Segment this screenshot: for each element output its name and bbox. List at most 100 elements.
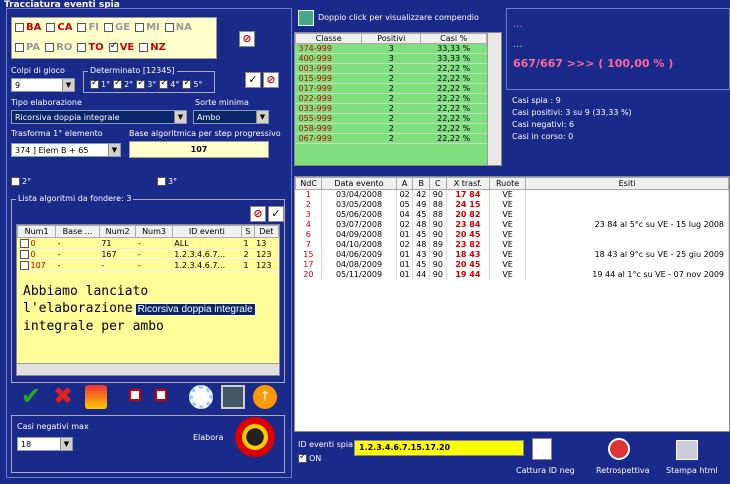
wheel-ve[interactable]: VE [108, 41, 134, 53]
checkbox[interactable] [135, 22, 145, 32]
wheel-na[interactable]: NA [164, 22, 192, 33]
table-row[interactable]: 017-999 2 22,22 % [295, 83, 487, 94]
wheel-fi[interactable]: FI [77, 22, 99, 33]
table-row[interactable]: 2 03/05/2008 05 49 88 24 15 VE [295, 199, 729, 210]
wheel-nz[interactable]: NZ [139, 42, 166, 53]
checkbox[interactable] [104, 22, 114, 32]
wheel-ge[interactable]: GE [104, 22, 130, 33]
table-row[interactable]: 058-999 2 22,22 % [295, 123, 487, 134]
checkbox[interactable] [108, 41, 118, 52]
table-row[interactable]: 17 04/08/2009 01 45 90 20 45 VE [295, 259, 729, 270]
sorte-select[interactable]: Ambo ▼ [193, 110, 269, 124]
det-item[interactable]: 5° [182, 78, 202, 89]
table-row[interactable]: 003-999 2 22,22 % [295, 63, 487, 74]
record-icon[interactable] [129, 389, 141, 401]
retrospettiva-icon[interactable] [608, 438, 630, 460]
table-row[interactable]: 022-999 2 22,22 % [295, 93, 487, 104]
table-row[interactable]: 7 04/10/2008 02 48 89 23 82 VE [295, 239, 729, 250]
det-item[interactable]: 1° [90, 78, 110, 89]
confirm-icon[interactable]: ✔ [21, 384, 47, 409]
retrospettiva-button[interactable]: Retrospettiva [596, 466, 650, 475]
column-header[interactable]: X trasf. [445, 177, 491, 190]
base-alg-input[interactable]: 107 [129, 141, 269, 158]
column-header[interactable]: S [240, 225, 255, 238]
column-header[interactable]: C [429, 177, 447, 190]
chk3-checkbox[interactable] [157, 177, 166, 186]
checkbox[interactable] [19, 238, 29, 248]
table-row[interactable]: 4 03/07/2008 02 48 90 23 84 VE 23 84 al 5°c su … [295, 219, 729, 230]
wheel-pa[interactable]: PA [15, 42, 40, 53]
checkbox[interactable] [182, 78, 192, 89]
casi-neg-select[interactable]: 18 ▼ [17, 437, 73, 451]
table-row[interactable]: 0 - 167 - 1.2.3.4.6.7... 2 123 [17, 248, 279, 260]
lista-clear-button[interactable]: ⊘ [250, 206, 266, 222]
det-item[interactable]: 3° [136, 78, 156, 89]
uncheck-all-button[interactable]: ⊘ [263, 72, 279, 88]
checkbox[interactable] [77, 22, 87, 32]
checkbox[interactable] [19, 260, 29, 270]
column-header[interactable]: Num3 [135, 225, 173, 238]
checkbox[interactable] [164, 22, 174, 32]
column-header[interactable]: Esiti [525, 177, 729, 190]
elabora-button[interactable] [235, 417, 275, 457]
stampa-button[interactable]: Stampa html [666, 466, 718, 475]
table-row[interactable]: 374-999 3 33,33 % [295, 43, 487, 54]
table-row[interactable]: 107 - - - 1.2.3.4.6.7... 1 123 [17, 259, 279, 271]
table-row[interactable]: 15 04/06/2009 01 43 90 18 43 VE 18 43 al 9°c su… [295, 249, 729, 260]
bucket-icon[interactable] [85, 385, 107, 409]
delete-icon[interactable]: ✖ [53, 384, 79, 409]
table-row[interactable]: 033-999 2 22,22 % [295, 103, 487, 114]
compendio-icon[interactable] [298, 10, 314, 26]
column-header[interactable]: Num2 [98, 225, 137, 238]
wheel-to[interactable]: TO [77, 42, 104, 53]
column-header[interactable]: Ruote [489, 177, 527, 190]
column-header[interactable]: Data evento [321, 177, 397, 190]
arrow-up-icon[interactable]: ↑ [253, 385, 277, 409]
column-header[interactable]: Num1 [17, 225, 57, 238]
chk2-option[interactable]: 2° [11, 177, 31, 186]
checkbox[interactable] [46, 22, 56, 32]
eventi-table[interactable]: NdC Data evento A B C X trasf. Ruote Esiti 1 03/… [294, 176, 730, 432]
lista-check-button[interactable]: ✓ [268, 206, 284, 222]
column-header[interactable]: A [395, 177, 414, 190]
wheel-ba[interactable]: BA [15, 22, 41, 33]
refresh-icon[interactable] [189, 385, 213, 409]
id-eventi-input[interactable]: 1.2.3.4.6.7.15.17.20 [354, 440, 524, 456]
checkbox[interactable] [77, 42, 87, 52]
printer-icon[interactable] [676, 440, 698, 460]
table-row[interactable]: 6 04/09/2008 01 45 90 20 45 VE [295, 229, 729, 240]
det-item[interactable]: 2° [113, 78, 133, 89]
checkbox[interactable] [136, 78, 146, 89]
table-row[interactable]: 0 - 71 - ALL 1 13 [17, 237, 279, 249]
table-row[interactable]: 3 05/06/2008 04 45 88 20 82 VE [295, 209, 729, 220]
vertical-scrollbar[interactable] [487, 33, 501, 165]
checkbox[interactable] [139, 42, 149, 52]
column-header[interactable]: NdC [295, 177, 323, 190]
table-row[interactable]: 055-999 2 22,22 % [295, 113, 487, 124]
checkbox[interactable] [45, 42, 55, 52]
checkbox[interactable] [15, 22, 24, 32]
trasforma-select[interactable]: 374 ] Elem B + 65 ▼ [11, 143, 121, 157]
on-toggle[interactable]: ON [298, 452, 321, 463]
column-header[interactable]: B [412, 177, 431, 190]
cattura-icon[interactable] [532, 438, 552, 460]
colpi-select[interactable]: 9 ▼ [11, 78, 75, 92]
chk2-checkbox[interactable] [11, 177, 20, 186]
cattura-button[interactable]: Cattura ID neg [516, 466, 575, 475]
checkbox[interactable] [113, 78, 123, 89]
checkbox[interactable] [19, 249, 29, 259]
column-header[interactable]: Base ... [55, 225, 100, 238]
det-item[interactable]: 4° [159, 78, 179, 89]
record2-icon[interactable] [155, 389, 167, 401]
clear-wheels-button[interactable]: ⊘ [239, 31, 255, 47]
classi-table[interactable]: Classe Positivi Casi % 374-999 3 33,33 % 400-… [294, 32, 502, 166]
table-row[interactable]: 015-999 2 22,22 % [295, 73, 487, 84]
column-header[interactable]: Casi % [420, 33, 487, 44]
wheel-mi[interactable]: MI [135, 22, 160, 33]
checkbox[interactable] [15, 42, 24, 52]
column-header[interactable]: Positivi [361, 33, 422, 44]
table-row[interactable]: 1 03/04/2008 02 42 90 17 84 VE [295, 189, 729, 200]
table-row[interactable]: 400-999 3 33,33 % [295, 53, 487, 64]
checkbox[interactable] [90, 78, 99, 89]
chk3-option[interactable]: 3° [157, 177, 177, 186]
